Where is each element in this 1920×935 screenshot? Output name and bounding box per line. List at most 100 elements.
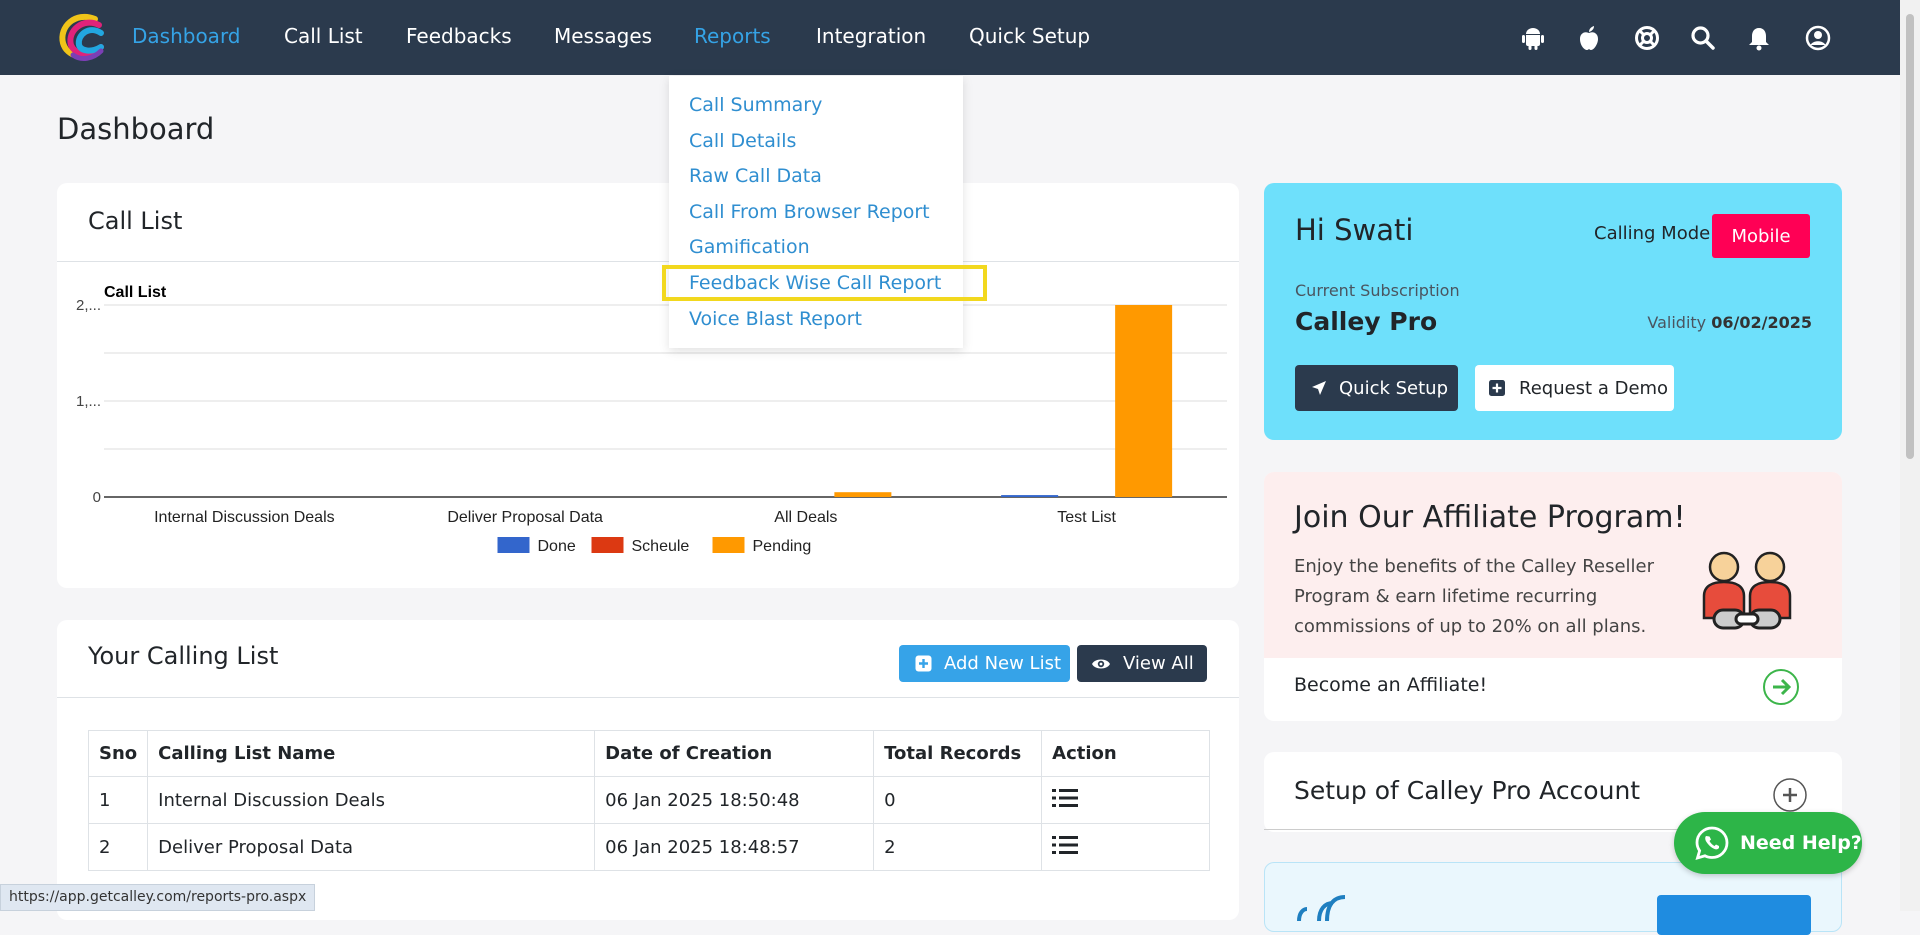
nav-dashboard[interactable]: Dashboard xyxy=(132,24,241,48)
legend-label: Done xyxy=(538,538,576,555)
affiliate-title: Join Our Affiliate Program! xyxy=(1294,500,1686,535)
x-tick-label: All Deals xyxy=(774,509,837,526)
row-name: Internal Discussion Deals xyxy=(147,776,596,824)
legend-label: Scheule xyxy=(632,538,690,555)
calley-logo[interactable] xyxy=(55,11,107,63)
plus-circle-icon[interactable] xyxy=(1772,777,1808,813)
plus-square-icon xyxy=(1489,380,1505,396)
x-tick-label: Test List xyxy=(1057,509,1116,526)
column-header: Calling List Name xyxy=(147,730,596,777)
y-tick-label: 0 xyxy=(93,489,101,506)
legend-swatch xyxy=(712,537,745,553)
chart-title: Call List xyxy=(104,284,167,301)
apple-icon[interactable] xyxy=(1576,25,1602,51)
menu-item-call-summary[interactable]: Call Summary xyxy=(689,94,822,116)
y-tick-label: 1,... xyxy=(76,393,101,410)
quick-setup-button[interactable]: Quick Setup xyxy=(1295,365,1458,411)
subscription-label: Current Subscription xyxy=(1295,281,1460,300)
reports-dropdown: Call Summary Call Details Raw Call Data … xyxy=(669,76,963,348)
row-date: 06 Jan 2025 18:48:57 xyxy=(594,823,875,871)
location-arrow-icon xyxy=(1312,381,1326,395)
top-navbar: Dashboard Call List Feedbacks Messages R… xyxy=(0,0,1900,75)
row-records: 0 xyxy=(873,776,1043,824)
add-new-list-label: Add New List xyxy=(944,653,1062,674)
column-header: Action xyxy=(1041,730,1211,777)
support-icon[interactable] xyxy=(1634,25,1660,51)
affiliate-illustration xyxy=(1702,551,1792,630)
request-demo-button[interactable]: Request a Demo xyxy=(1475,365,1674,411)
request-demo-label: Request a Demo xyxy=(1519,377,1669,399)
need-help-label: Need Help? xyxy=(1740,832,1862,854)
plan-name: Calley Pro xyxy=(1295,307,1438,336)
plus-square-icon xyxy=(915,655,932,672)
search-icon[interactable] xyxy=(1690,25,1716,51)
validity: Validity 06/02/2025 xyxy=(1647,313,1812,332)
legend-swatch xyxy=(591,537,624,553)
quick-setup-label: Quick Setup xyxy=(1339,377,1449,399)
status-bar-url: https://app.getcalley.com/reports-pro.as… xyxy=(0,884,316,911)
menu-item-call-from-browser-report[interactable]: Call From Browser Report xyxy=(689,201,930,223)
arrow-right-circle-icon[interactable] xyxy=(1762,668,1800,706)
x-tick-label: Deliver Proposal Data xyxy=(447,509,603,526)
nav-reports[interactable]: Reports xyxy=(694,24,771,48)
column-header: Date of Creation xyxy=(594,730,875,777)
call-list-chart: Call List 0 1,... 2,... Internal Discussion … xyxy=(76,284,1227,555)
affiliate-card: Join Our Affiliate Program! Enjoy the be… xyxy=(1264,472,1842,721)
chart-bar xyxy=(1001,495,1059,497)
become-affiliate-link[interactable]: Become an Affiliate! xyxy=(1294,674,1487,696)
affiliate-text: Enjoy the benefits of the Calley Reselle… xyxy=(1294,552,1654,642)
table-row: 1 Internal Discussion Deals 06 Jan 2025 … xyxy=(87,776,1211,824)
chart-bar xyxy=(834,492,892,497)
need-help-button[interactable]: Need Help? xyxy=(1674,812,1862,874)
nav-integration[interactable]: Integration xyxy=(816,24,926,48)
view-all-label: View All xyxy=(1123,653,1194,674)
row-date: 06 Jan 2025 18:50:48 xyxy=(594,776,875,824)
list-icon[interactable] xyxy=(1052,835,1079,855)
column-header: Total Records xyxy=(873,730,1043,777)
card-divider xyxy=(57,697,1239,698)
affiliate-text-line: Enjoy the benefits of the Calley Reselle… xyxy=(1294,556,1654,577)
legend-swatch xyxy=(497,537,530,553)
list-icon[interactable] xyxy=(1052,788,1079,808)
affiliate-text-line: commissions of up to 20% on all plans. xyxy=(1294,616,1647,637)
eye-icon xyxy=(1092,659,1110,668)
android-icon[interactable] xyxy=(1520,25,1546,51)
calling-mode-badge[interactable]: Mobile xyxy=(1712,214,1810,258)
calling-list-table: Sno Calling List Name Date of Creation T… xyxy=(87,730,1211,871)
view-all-button[interactable]: View All xyxy=(1077,645,1207,682)
next-card-button[interactable] xyxy=(1657,895,1811,935)
row-sno: 1 xyxy=(87,776,149,824)
broadcast-icon xyxy=(1297,895,1346,922)
card-divider xyxy=(57,261,1239,262)
menu-item-gamification[interactable]: Gamification xyxy=(689,236,810,258)
row-sno: 2 xyxy=(87,823,149,871)
calling-list-title: Your Calling List xyxy=(88,642,279,670)
profile-card: Hi Swati Calling Mode: Mobile Current Su… xyxy=(1264,183,1842,440)
add-new-list-button[interactable]: Add New List xyxy=(899,645,1070,682)
call-list-card: Call List Call List 0 1,... 2,... Internal D… xyxy=(57,183,1239,588)
chart-bar xyxy=(1115,305,1173,497)
bell-icon[interactable] xyxy=(1746,25,1772,51)
scrollbar-thumb[interactable] xyxy=(1906,14,1914,459)
menu-item-call-details[interactable]: Call Details xyxy=(689,130,796,152)
nav-quick-setup[interactable]: Quick Setup xyxy=(969,24,1090,48)
row-name: Deliver Proposal Data xyxy=(147,823,596,871)
validity-label: Validity xyxy=(1647,313,1707,332)
highlight-box xyxy=(662,265,987,301)
row-records: 2 xyxy=(873,823,1043,871)
table-header-row: Sno Calling List Name Date of Creation T… xyxy=(87,730,1211,777)
user-icon[interactable] xyxy=(1805,25,1831,51)
nav-call-list[interactable]: Call List xyxy=(284,24,363,48)
affiliate-text-line: Program & earn lifetime recurring xyxy=(1294,586,1598,607)
greeting: Hi Swati xyxy=(1295,213,1414,247)
x-tick-label: Internal Discussion Deals xyxy=(154,509,335,526)
call-list-card-title: Call List xyxy=(88,207,183,235)
whatsapp-icon xyxy=(1695,826,1729,861)
nav-feedbacks[interactable]: Feedbacks xyxy=(406,24,512,48)
menu-item-raw-call-data[interactable]: Raw Call Data xyxy=(689,165,822,187)
menu-item-voice-blast-report[interactable]: Voice Blast Report xyxy=(689,308,862,330)
nav-messages[interactable]: Messages xyxy=(554,24,652,48)
row-action xyxy=(1041,823,1211,871)
calling-mode-label: Calling Mode: xyxy=(1594,223,1717,244)
table-row: 2 Deliver Proposal Data 06 Jan 2025 18:4… xyxy=(87,823,1211,871)
